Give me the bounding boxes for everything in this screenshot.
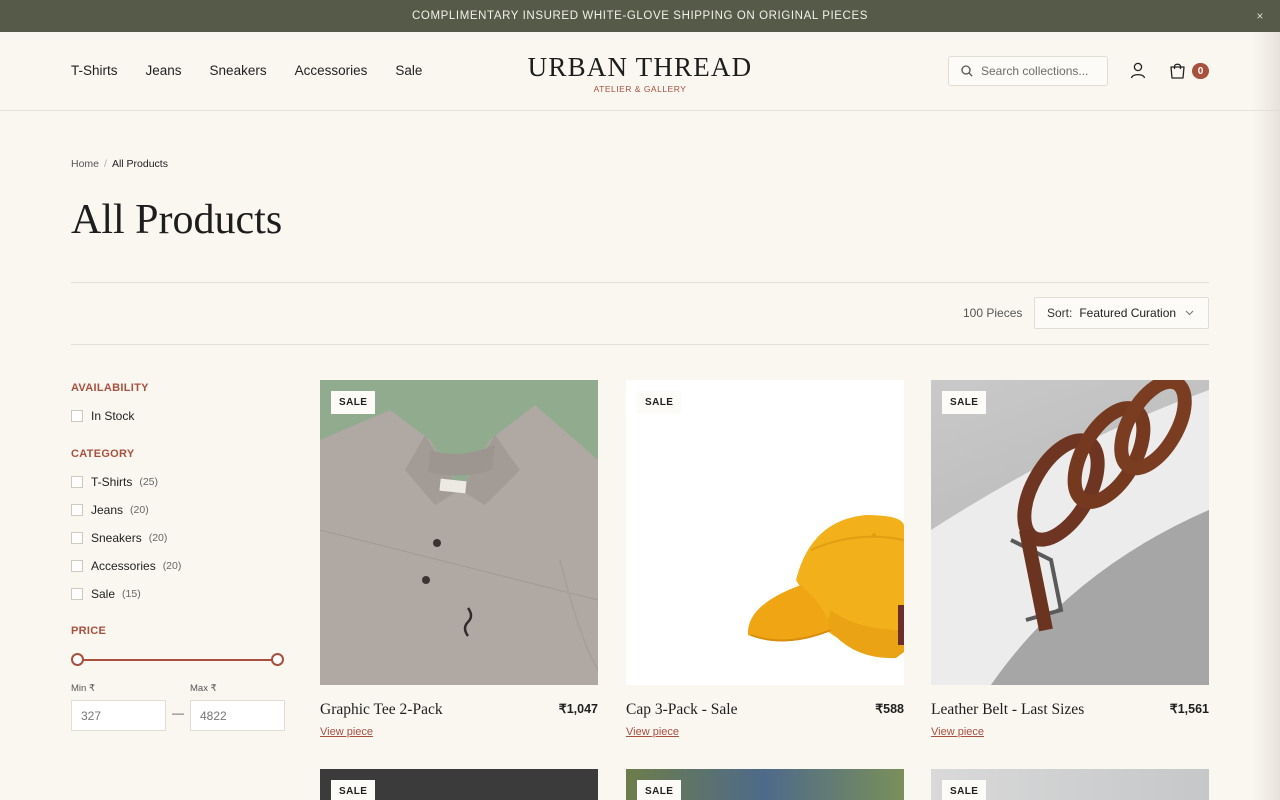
site-header: T-Shirts Jeans Sneakers Accessories Sale… [0, 32, 1280, 111]
sort-value: Featured Curation [1079, 306, 1177, 320]
filter-category-accessories[interactable]: Accessories (20) [71, 559, 181, 573]
filter-heading-availability: AVAILABILITY [71, 382, 149, 394]
price-range-dash: — [172, 706, 184, 720]
search-icon [961, 65, 973, 77]
user-icon[interactable] [1130, 62, 1146, 79]
slider-track [78, 659, 278, 661]
search-box[interactable] [948, 56, 1108, 86]
sale-badge: SALE [942, 391, 987, 414]
divider [71, 344, 1209, 345]
sale-badge: SALE [331, 391, 376, 414]
view-piece-link[interactable]: View piece [931, 726, 984, 738]
product-name[interactable]: Leather Belt - Last Sizes [931, 701, 1084, 719]
sale-badge: SALE [637, 780, 682, 800]
breadcrumb-current: All Products [111, 158, 168, 170]
announcement-bar: COMPLIMENTARY INSURED WHITE-GLOVE SHIPPI… [0, 0, 1280, 32]
product-image[interactable]: SALE [931, 380, 1209, 685]
filter-label: Jeans [91, 503, 124, 517]
cart-count-badge: 0 [1192, 63, 1209, 79]
sale-badge: SALE [637, 391, 682, 414]
sale-badge: SALE [942, 780, 987, 800]
breadcrumb-home[interactable]: Home [71, 158, 99, 170]
checkbox[interactable] [71, 560, 83, 572]
sale-badge: SALE [331, 780, 376, 800]
page-title: All Products [71, 197, 283, 243]
price-min-label: Min ₹ [71, 683, 95, 694]
breadcrumb-separator: / [104, 158, 107, 170]
price-min-input[interactable] [71, 700, 166, 731]
product-card[interactable]: SALE [931, 769, 1209, 800]
product-price: ₹1,047 [558, 702, 598, 716]
product-card[interactable]: SALE [320, 769, 598, 800]
product-card[interactable]: SALE Leather Belt - Last Sizes ₹1,561 Vi… [931, 380, 1209, 738]
product-card[interactable]: SALE Graphic Tee 2-Pack ₹1,047 View piec… [320, 380, 598, 738]
slider-max-handle[interactable] [271, 653, 284, 666]
price-max-label: Max ₹ [190, 683, 217, 694]
product-image[interactable]: SALE [320, 380, 598, 685]
checkbox[interactable] [71, 588, 83, 600]
product-price: ₹588 [875, 702, 904, 716]
breadcrumb: Home / All Products [71, 158, 168, 170]
filter-count: (20) [130, 504, 149, 516]
view-piece-link[interactable]: View piece [626, 726, 679, 738]
product-price: ₹1,561 [1169, 702, 1209, 716]
polo-shirt-image [320, 405, 598, 685]
filter-category-sneakers[interactable]: Sneakers (20) [71, 531, 167, 545]
sort-label: Sort: [1047, 306, 1073, 320]
filter-count: (20) [162, 560, 182, 572]
filter-label: In Stock [91, 409, 135, 423]
product-card[interactable]: SALE [626, 769, 904, 800]
cap-image [747, 515, 904, 659]
product-card[interactable]: SALE Cap 3-Pack - Sale ₹588 View piece [626, 380, 904, 738]
price-range-slider[interactable] [71, 653, 285, 667]
filter-category-sale[interactable]: Sale (15) [71, 587, 141, 601]
search-input[interactable] [981, 64, 1099, 78]
filter-category-jeans[interactable]: Jeans (20) [71, 503, 149, 517]
view-piece-link[interactable]: View piece [320, 726, 373, 738]
price-max-input[interactable] [190, 700, 285, 731]
product-image[interactable]: SALE [626, 380, 904, 685]
checkbox[interactable] [71, 476, 83, 488]
checkbox[interactable] [71, 504, 83, 516]
filter-count: (15) [122, 588, 141, 600]
chevron-down-icon [1185, 310, 1194, 316]
edge-shadow [1252, 32, 1280, 800]
filter-label: Sneakers [91, 531, 142, 545]
checkbox[interactable] [71, 410, 83, 422]
product-count: 100 Pieces [963, 306, 1023, 320]
filter-label: Accessories [91, 559, 156, 573]
filter-count: (20) [148, 532, 168, 544]
cart-icon[interactable] [1169, 62, 1186, 79]
product-name[interactable]: Cap 3-Pack - Sale [626, 701, 737, 719]
slider-min-handle[interactable] [71, 653, 84, 666]
sort-dropdown[interactable]: Sort: Featured Curation [1034, 297, 1209, 329]
belt-image [931, 380, 1209, 685]
close-icon[interactable]: × [1256, 9, 1264, 23]
product-name[interactable]: Graphic Tee 2-Pack [320, 701, 443, 719]
filter-heading-category: CATEGORY [71, 448, 135, 460]
filter-in-stock[interactable]: In Stock [71, 409, 134, 423]
checkbox[interactable] [71, 532, 83, 544]
filter-category-tshirts[interactable]: T-Shirts (25) [71, 475, 158, 489]
divider [71, 282, 1209, 283]
filter-label: Sale [91, 587, 116, 601]
filter-count: (25) [139, 476, 159, 488]
announcement-text: COMPLIMENTARY INSURED WHITE-GLOVE SHIPPI… [412, 10, 868, 22]
filter-label: T-Shirts [91, 475, 133, 489]
filter-heading-price: PRICE [71, 625, 107, 637]
